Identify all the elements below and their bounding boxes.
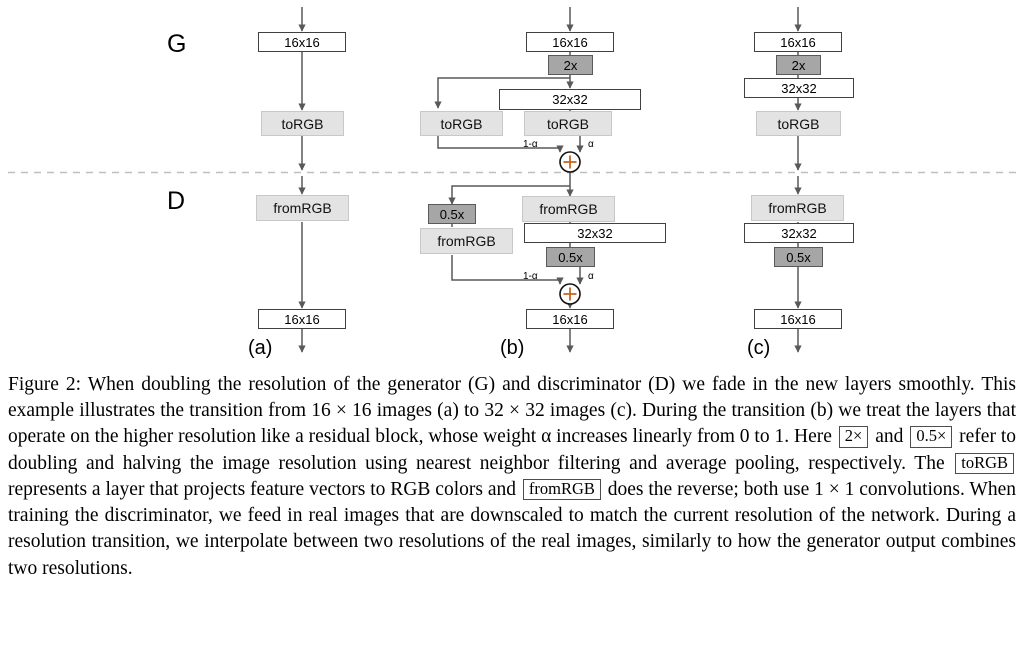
side-label-generator: G: [167, 30, 187, 58]
a-generator-res-16-top: 16x16: [258, 32, 346, 52]
column-label-b: (b): [500, 337, 525, 359]
caption-box-05x: 0.5×: [910, 426, 953, 448]
column-label-a: (a): [248, 337, 273, 359]
b-generator-res-32: 32x32: [499, 89, 641, 110]
c-discriminator-res-32: 32x32: [744, 223, 854, 243]
b-generator-res-16-top: 16x16: [526, 32, 614, 52]
b-g-old-torgb-to-blend: [437, 136, 564, 153]
caption-box-torgb: toRGB: [955, 452, 1014, 475]
diagram-connectors: [8, 7, 1016, 353]
a-generator-torgb: toRGB: [261, 111, 344, 136]
b-discriminator-res-16-bottom: 16x16: [526, 309, 614, 329]
caption-math-alpha: α: [541, 426, 552, 448]
c-discriminator-downscale: 0.5x: [774, 247, 823, 267]
caption-segment-5: and: [870, 426, 909, 448]
b-discriminator-fromrgb-new: fromRGB: [522, 196, 615, 222]
b-generator-upscale-2x: 2x: [548, 55, 593, 75]
c-generator-res-32: 32x32: [744, 78, 854, 98]
c-generator-torgb: toRGB: [756, 111, 841, 136]
b-generator-torgb-new: toRGB: [524, 111, 612, 136]
caption-label: Figure 2:: [8, 374, 82, 395]
caption-math-16x16: 16 × 16: [311, 400, 372, 422]
b-d-fromrgb-old-to-blend: [451, 255, 564, 285]
column-label-c: (c): [747, 337, 771, 359]
b-discriminator-downscale-new: 0.5x: [546, 247, 595, 267]
side-label-discriminator: D: [167, 187, 186, 215]
b-discriminator-res-32: 32x32: [524, 223, 666, 243]
b-discriminator-weight-left: 1-α: [523, 271, 538, 282]
blend-node-generator: [559, 151, 581, 173]
b-generator-torgb-old: toRGB: [420, 111, 503, 136]
caption-segment-4: increases linearly from 0 to 1. Here: [551, 426, 837, 448]
b-generator-weight-left: 1-α: [523, 139, 538, 150]
c-discriminator-fromrgb: fromRGB: [751, 195, 844, 221]
caption-math-1x1: 1 × 1: [814, 478, 855, 500]
b-discriminator-downscale-old: 0.5x: [428, 204, 476, 224]
caption-segment-8: does the reverse; both use: [602, 478, 815, 500]
caption-segment-7: represents a layer that projects feature…: [8, 478, 521, 500]
caption-box-fromrgb: fromRGB: [522, 478, 601, 501]
c-generator-upscale-2x: 2x: [776, 55, 821, 75]
figure-diagram: G D (a) (b) (c) 16x16 toRGB fromRGB 16x1…: [0, 0, 1024, 362]
caption-segment-2: images (a) to: [371, 400, 485, 422]
b-discriminator-fromrgb-old: fromRGB: [420, 228, 513, 254]
caption-paragraph: Figure 2: When doubling the resolution o…: [8, 372, 1016, 582]
a-discriminator-fromrgb: fromRGB: [256, 195, 349, 221]
blend-node-discriminator: [559, 283, 581, 305]
caption-box-2x: 2×: [838, 426, 869, 448]
b-discriminator-weight-right: α: [588, 271, 594, 282]
caption-math-32x32: 32 × 32: [484, 400, 545, 422]
b-generator-weight-right: α: [588, 139, 594, 150]
figure-caption: Figure 2: When doubling the resolution o…: [8, 372, 1016, 582]
c-generator-res-16-top: 16x16: [754, 32, 842, 52]
c-discriminator-res-16-bottom: 16x16: [754, 309, 842, 329]
a-discriminator-res-16-bottom: 16x16: [258, 309, 346, 329]
